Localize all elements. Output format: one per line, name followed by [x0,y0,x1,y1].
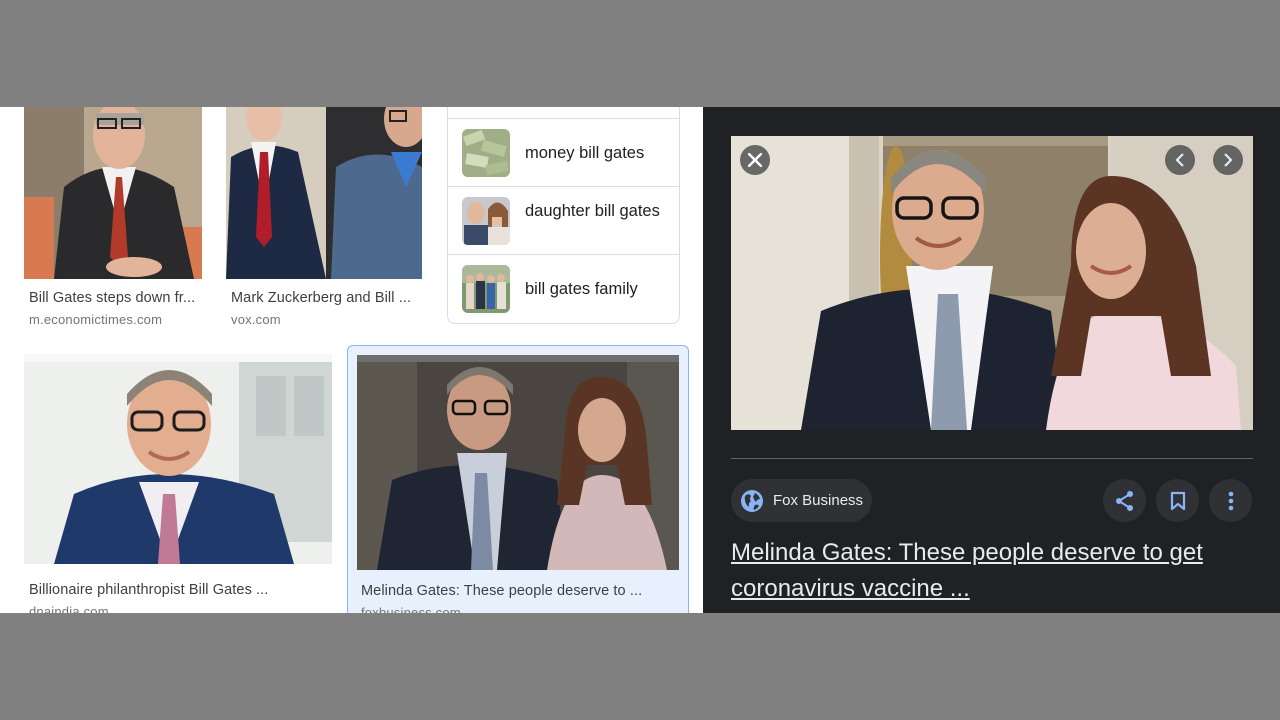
image-result[interactable]: Bill Gates steps down fr... m.economicti… [24,107,202,337]
result-thumbnail[interactable] [226,107,422,279]
result-caption[interactable]: Melinda Gates: These people deserve to .… [361,583,681,599]
result-thumbnail[interactable] [357,355,679,570]
related-search-money[interactable]: money bill gates [448,118,679,187]
daughter-thumbnail [462,197,510,245]
result-domain: m.economictimes.com [29,312,163,327]
chevron-left-icon [1175,153,1184,167]
preview-title-link[interactable]: Melinda Gates: These people deserve to g… [731,535,1251,607]
result-thumbnail[interactable] [24,354,332,564]
chevron-right-icon [1224,153,1233,167]
more-options-button[interactable] [1209,479,1252,522]
related-search-family[interactable]: bill gates family [448,254,679,323]
related-search-daughter[interactable]: daughter bill gates [448,186,679,255]
related-search-label[interactable]: daughter bill gates [525,201,665,221]
close-button[interactable] [740,145,770,175]
family-thumbnail [462,265,510,313]
next-button[interactable] [1213,145,1243,175]
result-caption[interactable]: Mark Zuckerberg and Bill ... [231,290,421,306]
result-domain: foxbusiness.com [361,605,461,613]
image-result[interactable]: Billionaire philanthropist Bill Gates ..… [24,354,332,613]
bookmark-icon [1170,491,1185,510]
previous-button[interactable] [1165,145,1195,175]
related-search-label[interactable]: bill gates family [525,279,665,299]
related-searches: money bill gates daughter bill gates bil… [447,107,680,324]
source-name: Fox Business [773,492,864,509]
image-results-grid: Bill Gates steps down fr... m.economicti… [0,107,703,613]
image-result[interactable]: Mark Zuckerberg and Bill ... vox.com [226,107,422,337]
preview-image[interactable] [731,136,1253,430]
save-button[interactable] [1156,479,1199,522]
money-thumbnail [462,129,510,177]
image-preview-panel: Fox Business Melinda Gates: These people… [703,107,1280,613]
share-icon [1115,490,1133,511]
selected-image-result[interactable]: Melinda Gates: These people deserve to .… [347,345,689,613]
result-domain: vox.com [231,312,281,327]
source-chip[interactable]: Fox Business [731,479,872,522]
more-vert-icon [1228,491,1233,510]
result-caption[interactable]: Billionaire philanthropist Bill Gates ..… [29,582,329,598]
viewport: Bill Gates steps down fr... m.economicti… [0,107,1280,613]
result-caption[interactable]: Bill Gates steps down fr... [29,290,201,306]
share-button[interactable] [1103,479,1146,522]
globe-icon [741,489,763,512]
close-icon [748,153,762,167]
result-domain: dnaindia.com [29,604,109,613]
result-thumbnail[interactable] [24,107,202,279]
related-search-label[interactable]: money bill gates [525,143,665,163]
divider [731,458,1253,459]
